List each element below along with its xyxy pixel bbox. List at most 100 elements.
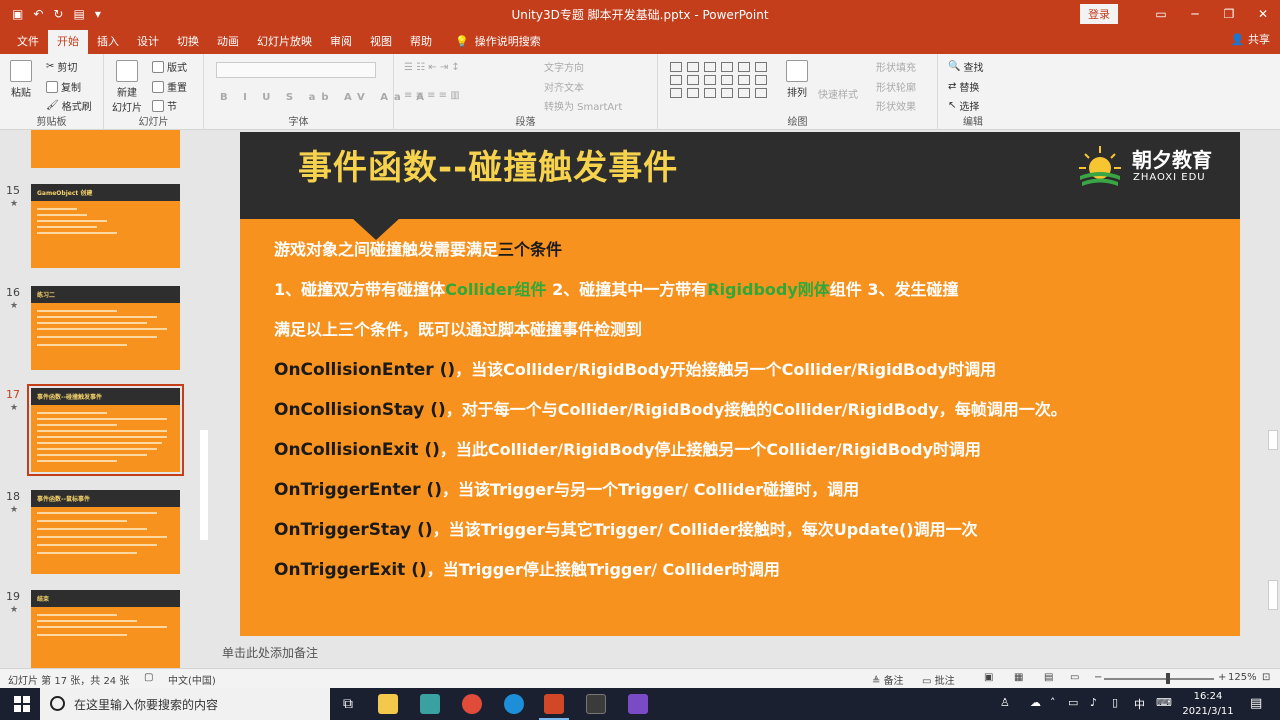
tab-insert[interactable]: 插入: [88, 30, 128, 54]
slide-thumbnail[interactable]: 16 ★ 练习二: [0, 286, 200, 376]
tab-design[interactable]: 设计: [128, 30, 168, 54]
cut-button[interactable]: ✂ 剪切: [46, 59, 77, 74]
comments-toggle[interactable]: ▭ 批注: [922, 672, 955, 687]
replace-button[interactable]: ⇄ 替换: [948, 79, 979, 94]
tab-help[interactable]: 帮助: [401, 30, 441, 54]
spellcheck-icon[interactable]: ▢: [144, 672, 153, 683]
arrange-button[interactable]: 排列: [786, 60, 808, 99]
slide-canvas[interactable]: 事件函数--碰撞触发事件 朝夕教育 ZHAOXI EDU 游戏对象之间碰撞触发需…: [240, 132, 1240, 636]
shape-fill-button[interactable]: 形状填充: [876, 59, 916, 74]
smartart-button[interactable]: 转换为 SmartArt: [544, 98, 622, 113]
keyboard-icon[interactable]: ⌨: [1156, 696, 1172, 709]
thumbnail-number: 15: [6, 184, 20, 197]
edge-icon[interactable]: [504, 694, 524, 714]
slide-sorter-icon[interactable]: ▦: [1014, 672, 1023, 683]
slide-thumbnail[interactable]: 18 ★ 事件函数--鼠标事件: [0, 490, 200, 580]
reset-button[interactable]: 重置: [152, 79, 187, 94]
save-icon[interactable]: ▣: [12, 7, 23, 21]
taskbar-clock[interactable]: 16:24 2021/3/11: [1180, 689, 1236, 719]
tab-slideshow[interactable]: 幻灯片放映: [248, 30, 321, 54]
notifications-icon[interactable]: ▤: [1250, 696, 1262, 711]
share-button[interactable]: 👤 共享: [1231, 28, 1270, 52]
find-button[interactable]: 🔍 查找: [948, 59, 983, 74]
section-button[interactable]: 节: [152, 98, 177, 113]
app-icon[interactable]: [420, 694, 440, 714]
login-button[interactable]: 登录: [1080, 4, 1118, 24]
zoom-out-icon[interactable]: −: [1094, 672, 1102, 683]
language-status[interactable]: 中文(中国): [168, 672, 216, 687]
slide-thumbnail-selected[interactable]: 17 ★ 事件函数--碰撞触发事件: [0, 384, 200, 478]
shapes-gallery[interactable]: [670, 62, 769, 98]
normal-view-icon[interactable]: ▣: [984, 672, 993, 683]
redo-icon[interactable]: ↻: [53, 7, 63, 21]
zoom-slider-thumb[interactable]: [1166, 673, 1170, 684]
zoom-in-icon[interactable]: +: [1218, 672, 1226, 683]
event-description: ，当该Trigger与另一个Trigger/ Collider碰撞时，调用: [441, 480, 860, 499]
ribbon-display-icon[interactable]: ▭: [1144, 7, 1178, 21]
list-buttons[interactable]: ☰ ☷ ⇤ ⇥ ↕: [404, 62, 460, 73]
slide-thumbnail[interactable]: 19 ★ 结束: [0, 590, 200, 670]
thumbnail-preview: GameObject 创建: [31, 184, 180, 268]
unity-icon[interactable]: [586, 694, 606, 714]
windows-start-icon[interactable]: [14, 696, 30, 712]
select-button[interactable]: ↖ 选择: [948, 98, 979, 113]
layout-button[interactable]: 版式: [152, 59, 187, 74]
paste-button[interactable]: 粘贴: [10, 60, 32, 99]
chevron-up-icon[interactable]: ˄: [1050, 696, 1056, 709]
taskbar-search-box[interactable]: 在这里输入你要搜索的内容: [40, 688, 330, 720]
quick-styles-button[interactable]: 快速样式: [818, 86, 858, 101]
tab-file[interactable]: 文件: [8, 30, 48, 54]
notes-toggle[interactable]: ≜ 备注: [872, 672, 904, 687]
shape-outline-button[interactable]: 形状轮廓: [876, 79, 916, 94]
slide-thumbnail[interactable]: [0, 130, 200, 174]
new-slide-button[interactable]: 新建 幻灯片: [112, 60, 142, 114]
font-name-box[interactable]: [216, 62, 376, 78]
smartart-label: 转换为 SmartArt: [544, 102, 623, 113]
ime-indicator[interactable]: 中: [1134, 696, 1145, 712]
tab-home[interactable]: 开始: [48, 30, 88, 54]
thumbnails-scrollbar[interactable]: [200, 430, 208, 540]
close-icon[interactable]: ✕: [1246, 7, 1280, 21]
event-function-name: OnCollisionStay (): [274, 400, 446, 420]
thumbnail-title: 事件函数--鼠标事件: [37, 496, 90, 503]
zoom-level[interactable]: 125%: [1228, 672, 1257, 683]
minimize-icon[interactable]: ─: [1178, 7, 1212, 21]
powerpoint-icon[interactable]: [544, 694, 564, 714]
visual-studio-icon[interactable]: [628, 694, 648, 714]
chrome-icon[interactable]: [462, 694, 482, 714]
fit-to-window-icon[interactable]: ⊡: [1262, 672, 1270, 683]
tab-review[interactable]: 审阅: [321, 30, 361, 54]
editor-scroll-thumb[interactable]: [1268, 430, 1278, 450]
tab-transitions[interactable]: 切换: [168, 30, 208, 54]
weather-tray-icon[interactable]: ☁: [1030, 696, 1041, 709]
align-text-button[interactable]: 对齐文本: [544, 79, 584, 94]
slideshow-view-icon[interactable]: ▭: [1070, 672, 1079, 683]
notes-pane[interactable]: 单击此处添加备注: [212, 638, 1280, 668]
zoom-slider[interactable]: [1104, 678, 1214, 680]
tab-animations[interactable]: 动画: [208, 30, 248, 54]
network-icon[interactable]: ▭: [1068, 696, 1078, 709]
select-label: 选择: [959, 102, 980, 113]
tell-me-search[interactable]: 💡 操作说明搜索: [441, 30, 541, 54]
reading-view-icon[interactable]: ▤: [1044, 672, 1053, 683]
replace-icon: ⇄: [948, 81, 957, 92]
format-painter-button[interactable]: 🖌 格式刷: [46, 98, 92, 113]
file-explorer-icon[interactable]: [378, 694, 398, 714]
maximize-icon[interactable]: ❐: [1212, 7, 1246, 21]
task-view-icon[interactable]: ⧉: [338, 694, 358, 714]
shape-effects-button[interactable]: 形状效果: [876, 98, 916, 113]
align-buttons[interactable]: ≡ ≡ ≡ ≡ ▥: [404, 90, 460, 101]
editor-scroll-buttons[interactable]: [1268, 580, 1278, 610]
section-icon: [152, 99, 164, 112]
customize-icon[interactable]: ▾: [95, 7, 101, 21]
text-direction-button[interactable]: 文字方向: [544, 59, 584, 74]
thumbnail-title: 练习二: [37, 292, 56, 299]
volume-icon[interactable]: ♪: [1090, 696, 1097, 709]
battery-icon[interactable]: ▯: [1112, 696, 1118, 709]
tab-view[interactable]: 视图: [361, 30, 401, 54]
slideshow-icon[interactable]: ▤: [73, 7, 84, 21]
slide-thumbnail[interactable]: 15 ★ GameObject 创建: [0, 184, 200, 274]
person-tray-icon[interactable]: ♙: [1000, 696, 1010, 709]
copy-button[interactable]: 复制: [46, 79, 81, 94]
undo-icon[interactable]: ↶: [33, 7, 43, 21]
